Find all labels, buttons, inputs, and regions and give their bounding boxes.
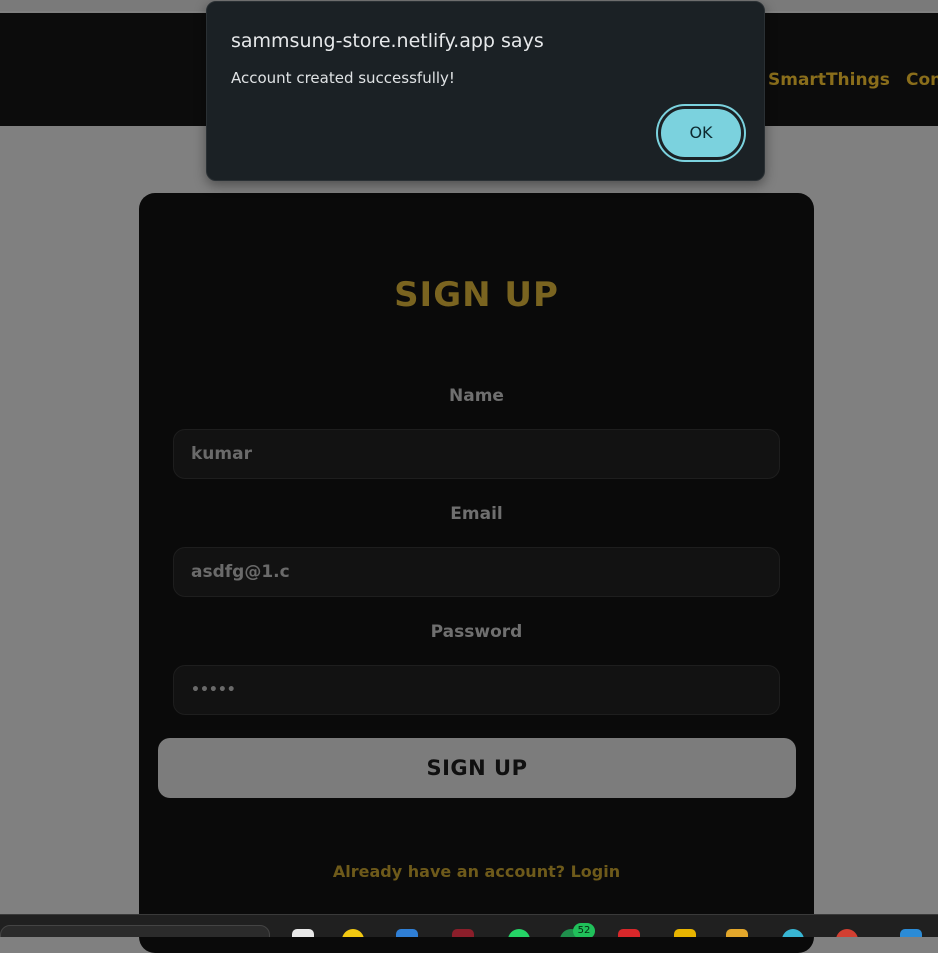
notification-badge: 52 (573, 923, 595, 937)
windows-taskbar: 52 (0, 914, 938, 937)
signup-title: SIGN UP (394, 275, 559, 315)
ok-button[interactable]: OK (656, 104, 746, 162)
name-label: Name (449, 386, 504, 406)
alert-dialog: sammsung-store.netlify.app says Account … (206, 1, 765, 181)
nav-link-smartthings[interactable]: SmartThings (768, 70, 890, 90)
name-field[interactable]: kumar (173, 429, 780, 479)
email-label: Email (450, 504, 503, 524)
email-field[interactable]: asdfg@1.c (173, 547, 780, 597)
nav-link-contact[interactable]: Con (906, 70, 938, 90)
dialog-message: Account created successfully! (231, 69, 455, 87)
dialog-title: sammsung-store.netlify.app says (231, 30, 544, 52)
password-label: Password (430, 622, 523, 642)
login-link[interactable]: Already have an account? Login (139, 862, 814, 881)
password-field[interactable]: ••••• (173, 665, 780, 715)
signup-button[interactable]: SIGN UP (158, 738, 796, 798)
taskbar-search[interactable] (0, 925, 270, 937)
